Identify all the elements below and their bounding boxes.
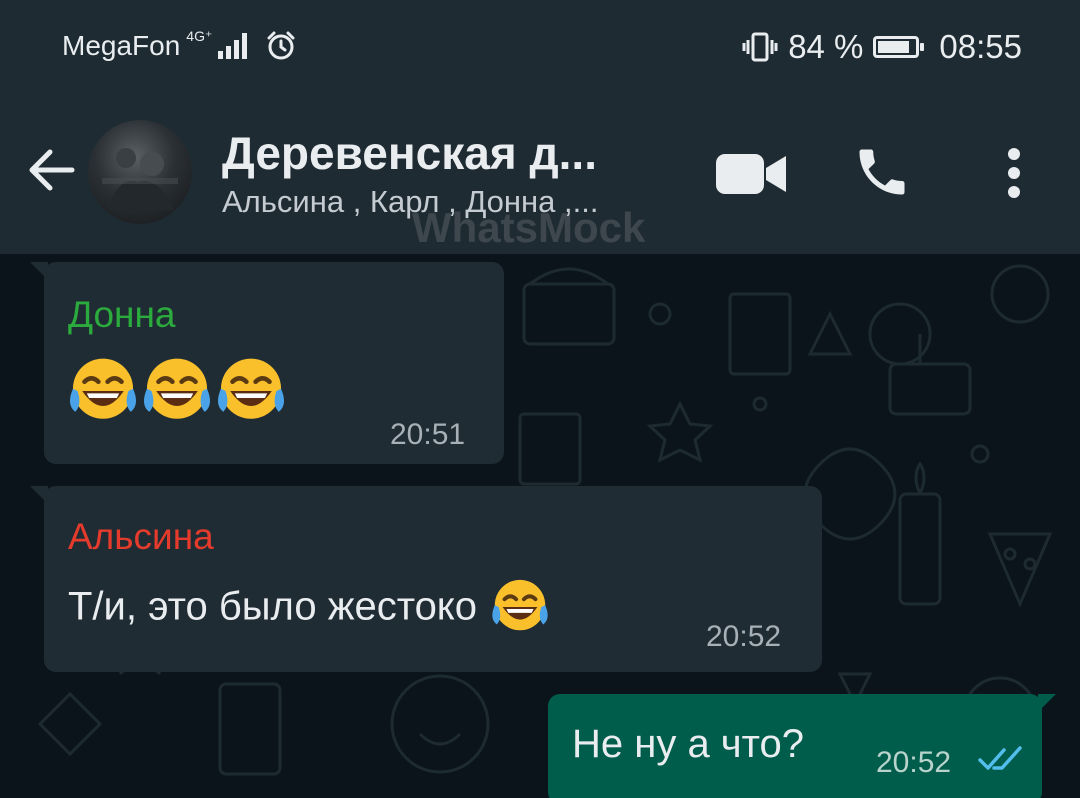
message-content: Т/и, это было жестоко [68,576,551,638]
chat-area[interactable]: Донна 20:51 Альсина Т/и, это было жесток… [0,254,1080,798]
signal-icon [218,33,248,59]
message-time: 20:52 [876,746,952,779]
alarm-icon [267,31,295,60]
bubble-tail [30,486,48,504]
video-call-icon[interactable] [714,150,788,198]
message-bubble-incoming[interactable]: Альсина Т/и, это было жестоко 20:52 [30,486,822,672]
group-avatar[interactable] [88,120,192,224]
bubble-tail [30,262,48,280]
sender-name[interactable]: Альсина [68,516,214,558]
message-bubble-outgoing[interactable]: Не ну а что? 20:52 [548,694,1056,798]
vibrate-icon [742,32,778,62]
emoji-row [66,354,288,428]
bubble-tail [1038,694,1056,712]
tears-of-joy-emoji [143,358,211,419]
clock: 08:55 [939,28,1022,65]
status-right: 84 % 08:55 [742,28,1022,66]
phone-icon[interactable] [852,142,912,202]
network-type: 4G⁺ [186,27,213,44]
back-arrow-icon[interactable] [24,142,80,198]
message-time: 20:51 [390,418,466,451]
chat-header: Деревенская д... Альсина , Карл , Донна … [0,92,1080,254]
more-options-icon[interactable] [1002,146,1026,200]
tears-of-joy-emoji [69,358,137,419]
status-bar: MegaFon 4G⁺ 84 % 08:55 [0,0,1080,92]
battery-icon [873,36,925,58]
chat-title[interactable]: Деревенская д... [222,126,597,180]
message-text: Не ну а что? [572,722,805,766]
battery-fill [878,41,909,53]
message-time: 20:52 [706,620,782,653]
tears-of-joy-emoji [492,579,549,631]
watermark: WhatsMock [412,204,646,251]
sender-name[interactable]: Донна [68,294,176,336]
battery-percent: 84 % [788,28,864,65]
tears-of-joy-emoji [217,358,285,419]
message-text: Т/и, это было жестоко [68,584,478,629]
carrier-name: MegaFon [62,30,181,61]
message-bubble-incoming[interactable]: Донна 20:51 [30,262,504,464]
carrier-group: MegaFon 4G⁺ [62,27,297,62]
double-check-icon [978,746,1022,770]
